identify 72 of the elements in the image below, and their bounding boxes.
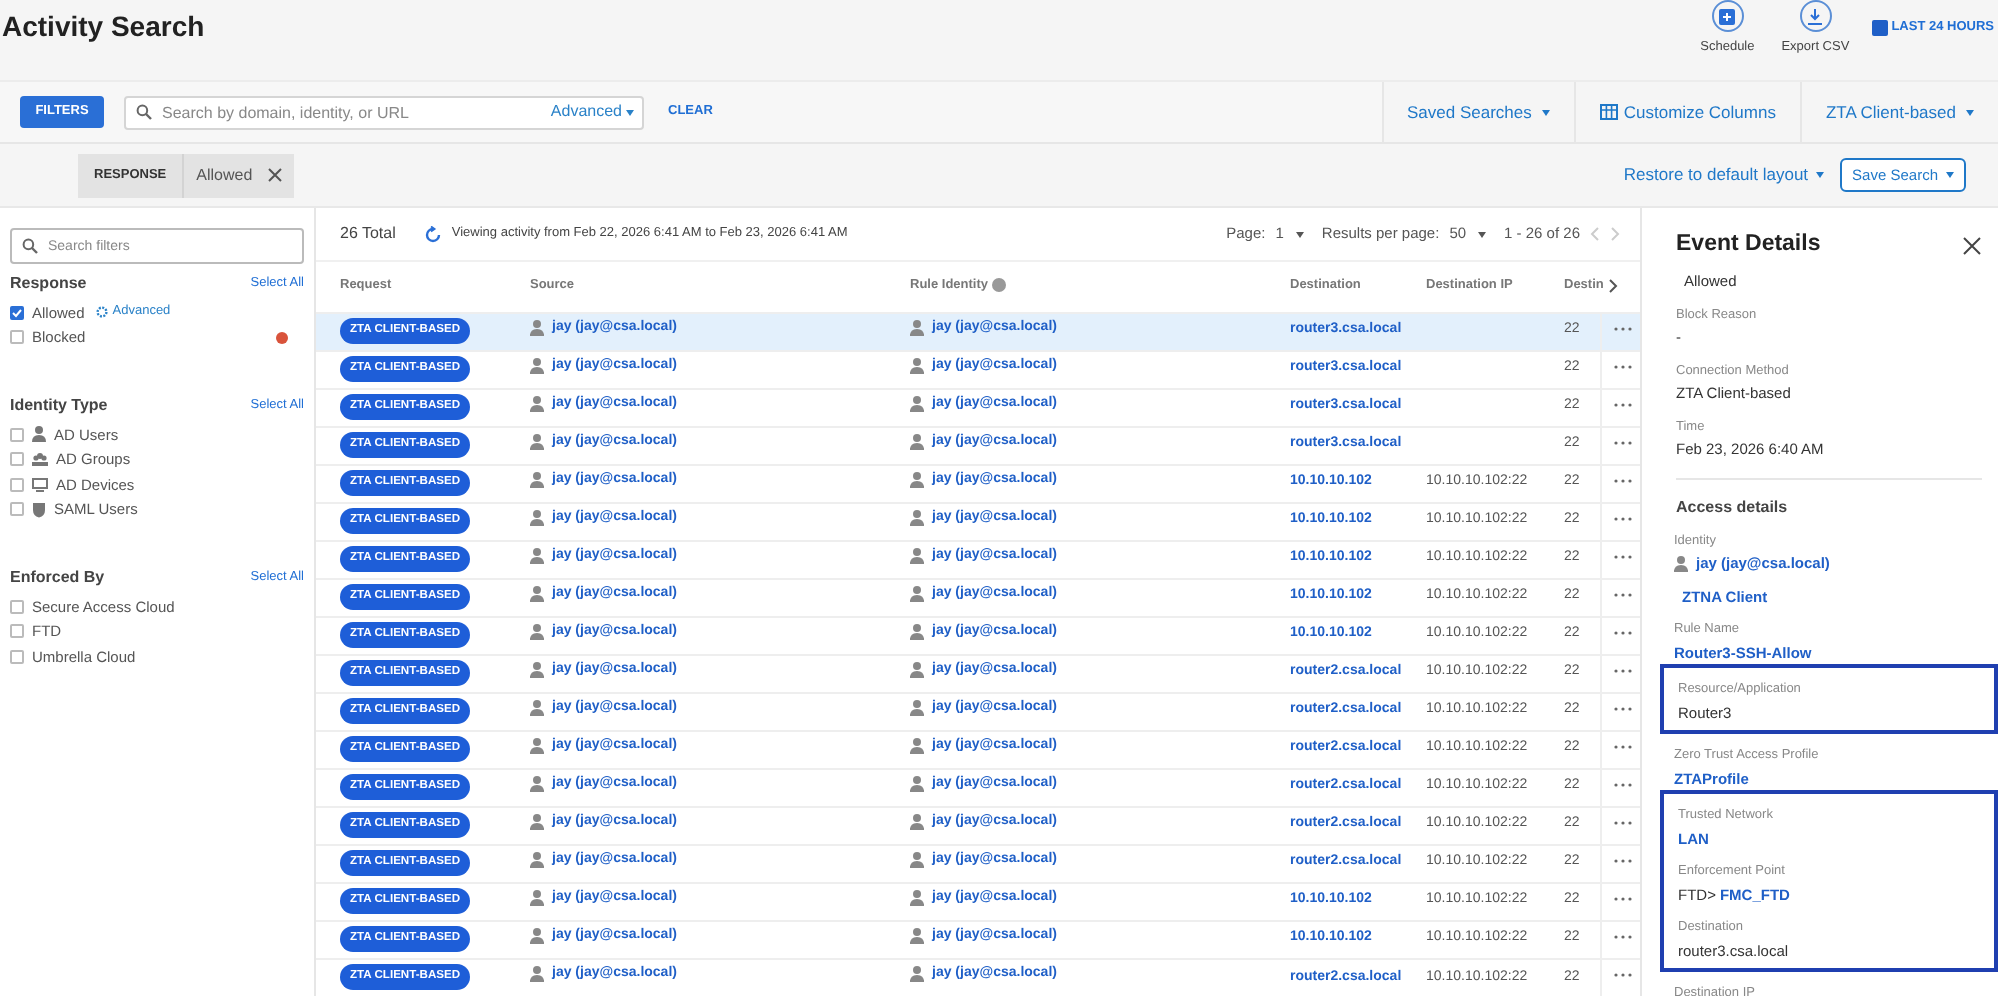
gear-icon <box>96 306 109 319</box>
section-title: Access details <box>1676 495 1790 519</box>
checkbox[interactable] <box>10 624 24 639</box>
person-icon <box>910 471 924 488</box>
filter-group-title: Identity Type <box>10 394 108 418</box>
search-icon <box>22 238 38 254</box>
close-icon[interactable] <box>1962 235 1982 256</box>
person-icon <box>530 433 544 450</box>
calendar-plus-icon <box>1718 7 1737 25</box>
person-icon <box>530 547 544 564</box>
person-icon <box>530 699 544 716</box>
person-icon <box>910 585 924 602</box>
person-icon <box>910 623 924 640</box>
download-icon <box>1806 7 1825 25</box>
checkbox[interactable] <box>10 452 24 467</box>
search-icon <box>136 104 152 120</box>
person-icon <box>910 509 924 526</box>
person-icon <box>910 775 924 792</box>
checkbox[interactable] <box>10 477 24 492</box>
person-icon <box>910 737 924 754</box>
person-icon <box>530 966 544 983</box>
person-icon <box>530 813 544 830</box>
person-icon <box>910 547 924 564</box>
person-icon <box>910 357 924 374</box>
person-icon <box>910 699 924 716</box>
person-icon <box>910 927 924 944</box>
refresh-icon[interactable] <box>423 225 442 243</box>
columns-icon <box>1599 104 1618 120</box>
person-icon <box>910 433 924 450</box>
filter-group-title: Response <box>10 272 87 296</box>
restore-layout-dropdown[interactable]: Restore to default layout <box>1623 162 1825 188</box>
panel-title: Event Details <box>1676 230 1821 260</box>
person-icon <box>910 813 924 830</box>
user-icon <box>32 426 46 443</box>
person-icon <box>910 661 924 678</box>
person-icon <box>530 927 544 944</box>
person-icon <box>530 319 544 336</box>
person-icon <box>530 357 544 374</box>
checkbox[interactable] <box>10 305 24 320</box>
person-icon <box>530 737 544 754</box>
chip-value: Allowed <box>196 163 253 187</box>
person-icon <box>1674 555 1688 572</box>
checkbox[interactable] <box>10 599 24 614</box>
person-icon <box>910 889 924 906</box>
person-icon <box>530 851 544 868</box>
person-icon <box>910 319 924 336</box>
info-icon <box>991 278 1006 293</box>
shield-icon <box>32 501 46 518</box>
person-icon <box>530 585 544 602</box>
checkbox[interactable] <box>10 649 24 664</box>
group-icon <box>32 452 48 467</box>
total-count: 26 Total <box>340 222 396 246</box>
person-icon <box>530 623 544 640</box>
person-icon <box>910 966 924 983</box>
person-icon <box>910 395 924 412</box>
checkbox[interactable] <box>10 502 24 517</box>
person-icon <box>530 395 544 412</box>
person-icon <box>530 471 544 488</box>
scroll-right-icon[interactable] <box>1608 277 1618 294</box>
person-icon <box>530 889 544 906</box>
page-title: Activity Search <box>2 8 205 46</box>
person-icon <box>530 661 544 678</box>
checkbox[interactable] <box>10 330 24 345</box>
close-icon[interactable] <box>268 168 283 182</box>
person-icon <box>910 851 924 868</box>
checkbox[interactable] <box>10 427 24 442</box>
person-icon <box>530 775 544 792</box>
person-icon <box>530 509 544 526</box>
monitor-icon <box>32 477 48 492</box>
calendar-icon <box>1871 19 1888 36</box>
filter-group-title: Enforced By <box>10 566 105 590</box>
advanced-dropdown[interactable]: Advanced <box>550 100 634 124</box>
